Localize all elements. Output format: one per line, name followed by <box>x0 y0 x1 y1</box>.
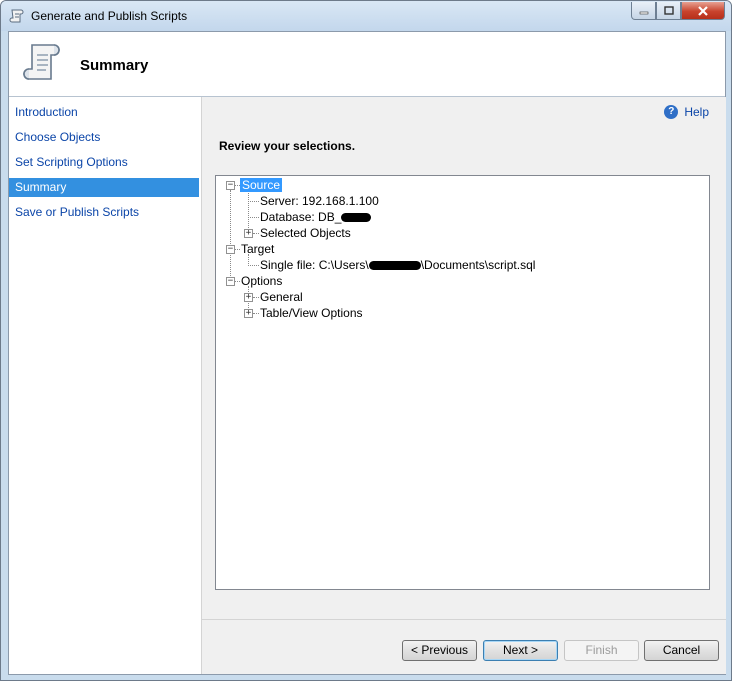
script-scroll-icon <box>9 9 24 23</box>
footer-divider <box>202 619 726 620</box>
tree-node-table-view-options[interactable]: Table/View Options <box>260 305 363 321</box>
nav-item-summary[interactable]: Summary <box>9 178 199 197</box>
finish-button[interactable]: Finish <box>564 640 639 661</box>
maximize-button[interactable] <box>656 2 681 20</box>
tree-node-target[interactable]: Target <box>241 241 274 257</box>
collapse-options-toggle[interactable]: − <box>226 277 235 286</box>
tree-node-general[interactable]: General <box>260 289 303 305</box>
dialog-client-area: Summary Introduction Choose Objects Set … <box>8 31 726 675</box>
nav-item-choose-objects[interactable]: Choose Objects <box>9 128 199 147</box>
redaction-mark <box>368 261 421 271</box>
script-scroll-large-icon <box>23 44 60 80</box>
tree-line <box>253 233 259 234</box>
collapse-target-toggle[interactable]: − <box>226 245 235 254</box>
previous-button[interactable]: < Previous <box>402 640 477 661</box>
cancel-button[interactable]: Cancel <box>644 640 719 661</box>
tree-node-selected-objects[interactable]: Selected Objects <box>260 225 351 241</box>
page-title: Summary <box>80 57 149 74</box>
close-icon <box>698 5 708 16</box>
tree-line <box>248 201 259 202</box>
help-link[interactable]: ? Help <box>664 105 709 119</box>
tree-node-server[interactable]: Server: 192.168.1.100 <box>260 193 379 209</box>
tree-line <box>235 281 240 282</box>
expand-table-view-options-toggle[interactable]: + <box>244 309 253 318</box>
tree-line <box>230 190 231 280</box>
collapse-source-toggle[interactable]: − <box>226 181 235 190</box>
next-button[interactable]: Next > <box>483 640 558 661</box>
tree-node-single-file[interactable]: Single file: C:\Users\ \Documents\script.… <box>260 257 535 273</box>
nav-item-introduction[interactable]: Introduction <box>9 103 199 122</box>
redaction-mark <box>341 213 372 223</box>
expand-selected-objects-toggle[interactable]: + <box>244 229 253 238</box>
tree-node-database[interactable]: Database: DB_ <box>260 209 372 225</box>
tree-node-source[interactable]: Source <box>240 177 283 193</box>
tree-line <box>253 313 259 314</box>
tree-node-options[interactable]: Options <box>241 273 282 289</box>
expand-general-toggle[interactable]: + <box>244 293 253 302</box>
tree-line <box>248 265 259 266</box>
nav-item-set-scripting-options[interactable]: Set Scripting Options <box>9 153 199 172</box>
tree-line <box>248 217 259 218</box>
title-bar[interactable]: Generate and Publish Scripts <box>1 1 731 31</box>
close-button[interactable] <box>681 2 725 20</box>
minimize-icon <box>639 11 648 14</box>
review-subtitle: Review your selections. <box>219 139 356 153</box>
tree-line <box>235 249 240 250</box>
help-label: Help <box>684 105 709 119</box>
tree-line <box>253 297 259 298</box>
summary-tree[interactable]: − Source Server: 192.168.1.100 Database:… <box>215 175 710 590</box>
maximize-icon <box>663 5 674 15</box>
main-panel: ? Help Review your selections. − Source … <box>201 97 726 674</box>
dialog-window: Generate and Publish Scripts Summary Int… <box>0 0 732 681</box>
help-icon: ? <box>664 105 679 119</box>
minimize-button[interactable] <box>631 2 656 20</box>
nav-item-save-or-publish[interactable]: Save or Publish Scripts <box>9 203 199 222</box>
wizard-nav: Introduction Choose Objects Set Scriptin… <box>9 97 201 674</box>
page-header: Summary <box>9 32 725 97</box>
window-title: Generate and Publish Scripts <box>31 9 188 23</box>
